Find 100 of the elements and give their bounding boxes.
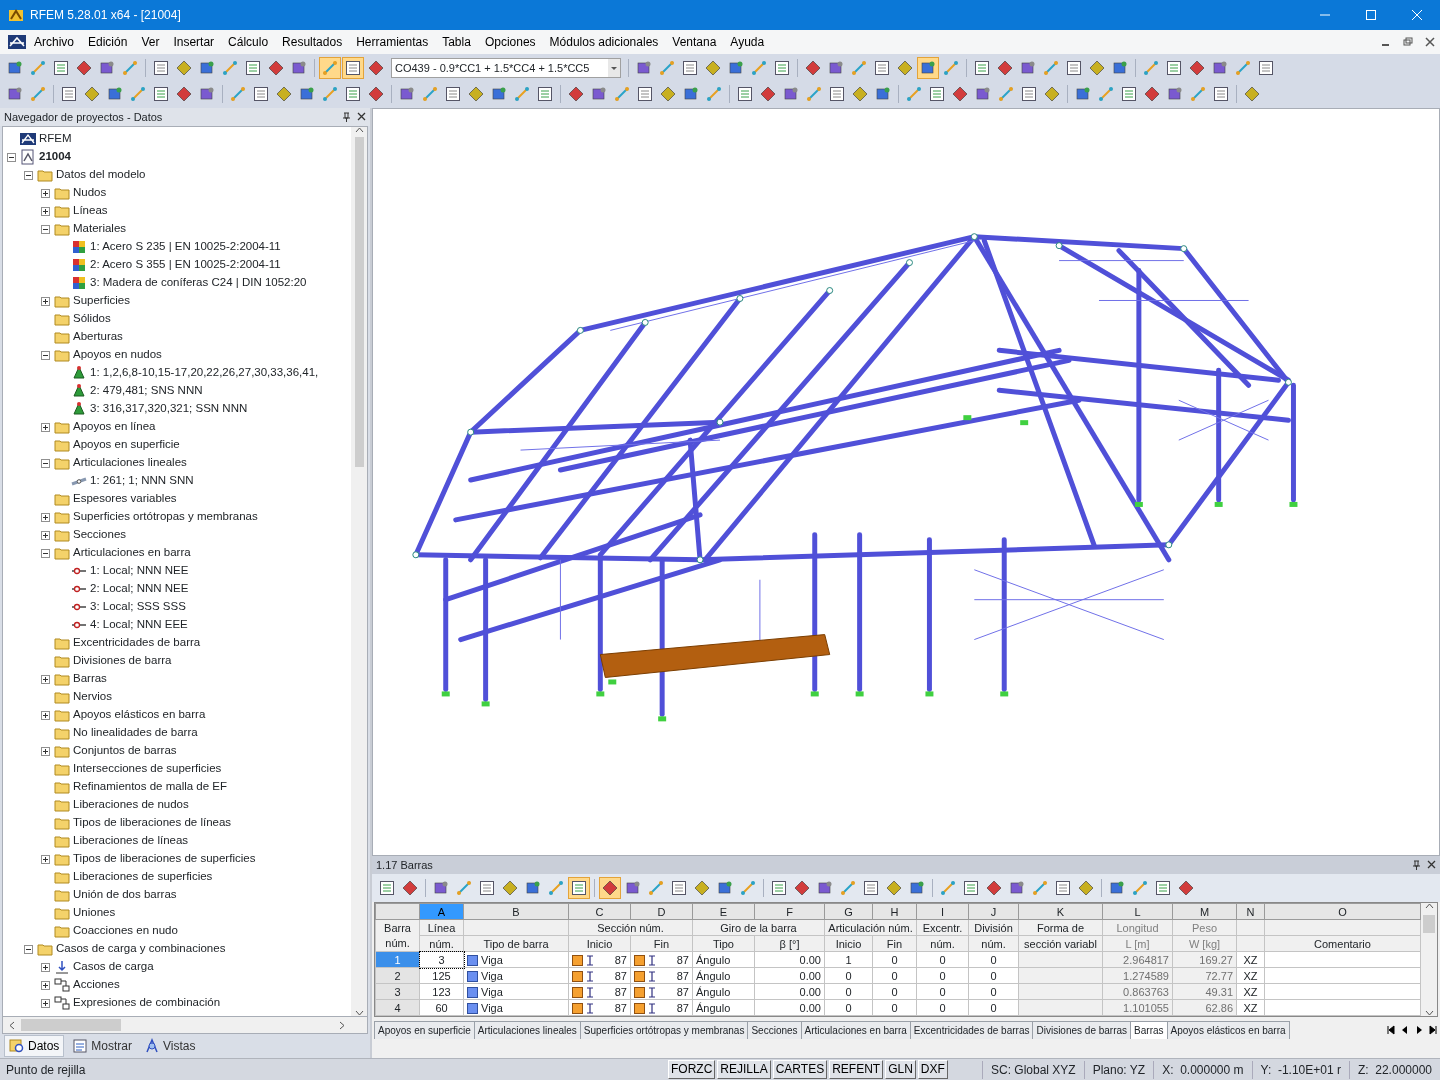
expand-icon[interactable] [41,710,50,720]
column-letter[interactable]: C [568,903,631,920]
tree-item[interactable]: 3: Local; SSS SSS [90,598,186,616]
toolbar-icon[interactable] [1044,86,1060,102]
toolbar-icon[interactable] [399,86,415,102]
document-icon[interactable] [8,35,26,49]
tree-item[interactable]: Datos del modelo [56,166,146,184]
column-letter[interactable]: L [1102,903,1173,920]
toolbar-icon[interactable] [1009,880,1025,896]
toolbar-icon[interactable] [433,880,449,896]
close-icon[interactable] [1425,37,1435,47]
toolbar-icon[interactable] [1078,880,1094,896]
scrollbar-thumb[interactable] [354,137,364,467]
expand-icon[interactable] [41,530,50,540]
tree-item[interactable]: Casos de carga y combinaciones [56,940,226,958]
panel-tab[interactable]: Datos [4,1035,65,1057]
toolbar-icon[interactable] [1212,60,1228,76]
tree-item[interactable]: Superficies [73,292,130,310]
scroll-right-icon[interactable] [339,1020,345,1030]
maximize-icon[interactable] [1366,10,1376,20]
tree-item[interactable]: Acciones [73,976,120,994]
expand-icon[interactable] [41,296,50,306]
toolbar-icon[interactable] [525,880,541,896]
tree-item[interactable]: 2: 479,481; SNS NNN [90,382,203,400]
toolbar-icon[interactable] [829,86,845,102]
toolbar-icon[interactable] [997,60,1013,76]
column-letter[interactable]: B [463,903,569,920]
scrollbar-thumb[interactable] [21,1019,121,1031]
toolbar-icon[interactable] [1178,880,1194,896]
expand-icon[interactable] [41,422,50,432]
last-page-icon[interactable] [1428,1025,1438,1035]
toolbar-icon[interactable] [683,86,699,102]
pin-icon[interactable] [342,112,351,122]
toolbar-icon[interactable] [568,86,584,102]
status-toggle[interactable]: DXF [917,1060,948,1079]
menu-item[interactable]: Insertar [167,31,221,53]
toolbar-icon[interactable] [1021,86,1037,102]
toolbar-icon[interactable] [253,86,269,102]
tree-item[interactable]: Articulaciones lineales [73,454,187,472]
tree-item[interactable]: Tipos de liberaciones de superficies [73,850,256,868]
toolbar-icon[interactable] [920,60,936,76]
toolbar-icon[interactable] [345,86,361,102]
toolbar-icon[interactable] [176,60,192,76]
menu-item[interactable]: Herramientas [350,31,435,53]
toolbar-icon[interactable] [637,86,653,102]
menu-item[interactable]: Ventana [666,31,723,53]
tree-item[interactable]: Casos de carga [73,958,154,976]
sheet-tab[interactable]: Divisiones de barras [1032,1021,1132,1039]
toolbar-icon[interactable] [737,86,753,102]
expand-icon[interactable] [41,674,50,684]
tree-item[interactable]: 3: 316,317,320,321; SSN NNN [90,400,248,418]
toolbar-icon[interactable] [1189,60,1205,76]
toolbar-icon[interactable] [975,86,991,102]
collapse-icon[interactable] [41,458,50,468]
sheet-tab[interactable]: Barras [1130,1021,1168,1039]
collapse-icon[interactable] [41,350,50,360]
toolbar-icon[interactable] [268,60,284,76]
menu-item[interactable]: Archivo [28,31,80,53]
scroll-up-icon[interactable] [1424,903,1434,909]
column-letter[interactable]: K [1018,903,1103,920]
toolbar-icon[interactable] [897,60,913,76]
tree-item[interactable]: Coacciones en nudo [73,922,178,940]
tree-item[interactable]: Sólidos [73,310,111,328]
toolbar-icon[interactable] [299,86,315,102]
menu-item[interactable]: Resultados [276,31,349,53]
toolbar-icon[interactable] [760,86,776,102]
expand-icon[interactable] [41,512,50,522]
toolbar-icon[interactable] [863,880,879,896]
first-page-icon[interactable] [1386,1025,1396,1035]
tree-item[interactable]: Liberaciones de líneas [73,832,189,850]
toolbar-icon[interactable] [491,86,507,102]
toolbar-icon[interactable] [107,86,123,102]
toolbar-icon[interactable] [817,880,833,896]
toolbar-icon[interactable] [660,86,676,102]
toolbar-icon[interactable] [602,880,618,896]
column-letter[interactable]: J [968,903,1019,920]
tree-item[interactable]: 1: Local; NNN NEE [90,562,189,580]
tree-item[interactable]: 1: 261; 1; NNN SNN [90,472,194,490]
toolbar-icon[interactable] [1167,86,1183,102]
panel-tab[interactable]: Mostrar [68,1036,137,1056]
toolbar-icon[interactable] [671,880,687,896]
toolbar-icon[interactable] [445,86,461,102]
toolbar-icon[interactable] [1155,880,1171,896]
column-letter[interactable]: D [630,903,693,920]
toolbar-icon[interactable] [153,86,169,102]
toolbar-icon[interactable] [828,60,844,76]
toolbar-icon[interactable] [636,60,652,76]
tree-item[interactable]: Excentricidades de barra [73,634,201,652]
sheet-tab[interactable]: Superficies ortótropas y membranas [579,1021,749,1039]
tree-item[interactable]: 1: Acero S 235 | EN 10025-2:2004-11 [90,238,281,256]
status-toggle[interactable]: CARTES [772,1060,828,1079]
column-letter[interactable]: F [754,903,825,920]
toolbar-icon[interactable] [1075,86,1091,102]
tree-item[interactable]: Nervios [73,688,112,706]
menu-item[interactable]: Módulos adicionales [543,31,665,53]
tree-item[interactable]: RFEM [39,130,72,148]
menu-item[interactable]: Ver [135,31,166,53]
toolbar-icon[interactable] [805,60,821,76]
toolbar-icon[interactable] [276,86,292,102]
menu-item[interactable]: Cálculo [222,31,275,53]
